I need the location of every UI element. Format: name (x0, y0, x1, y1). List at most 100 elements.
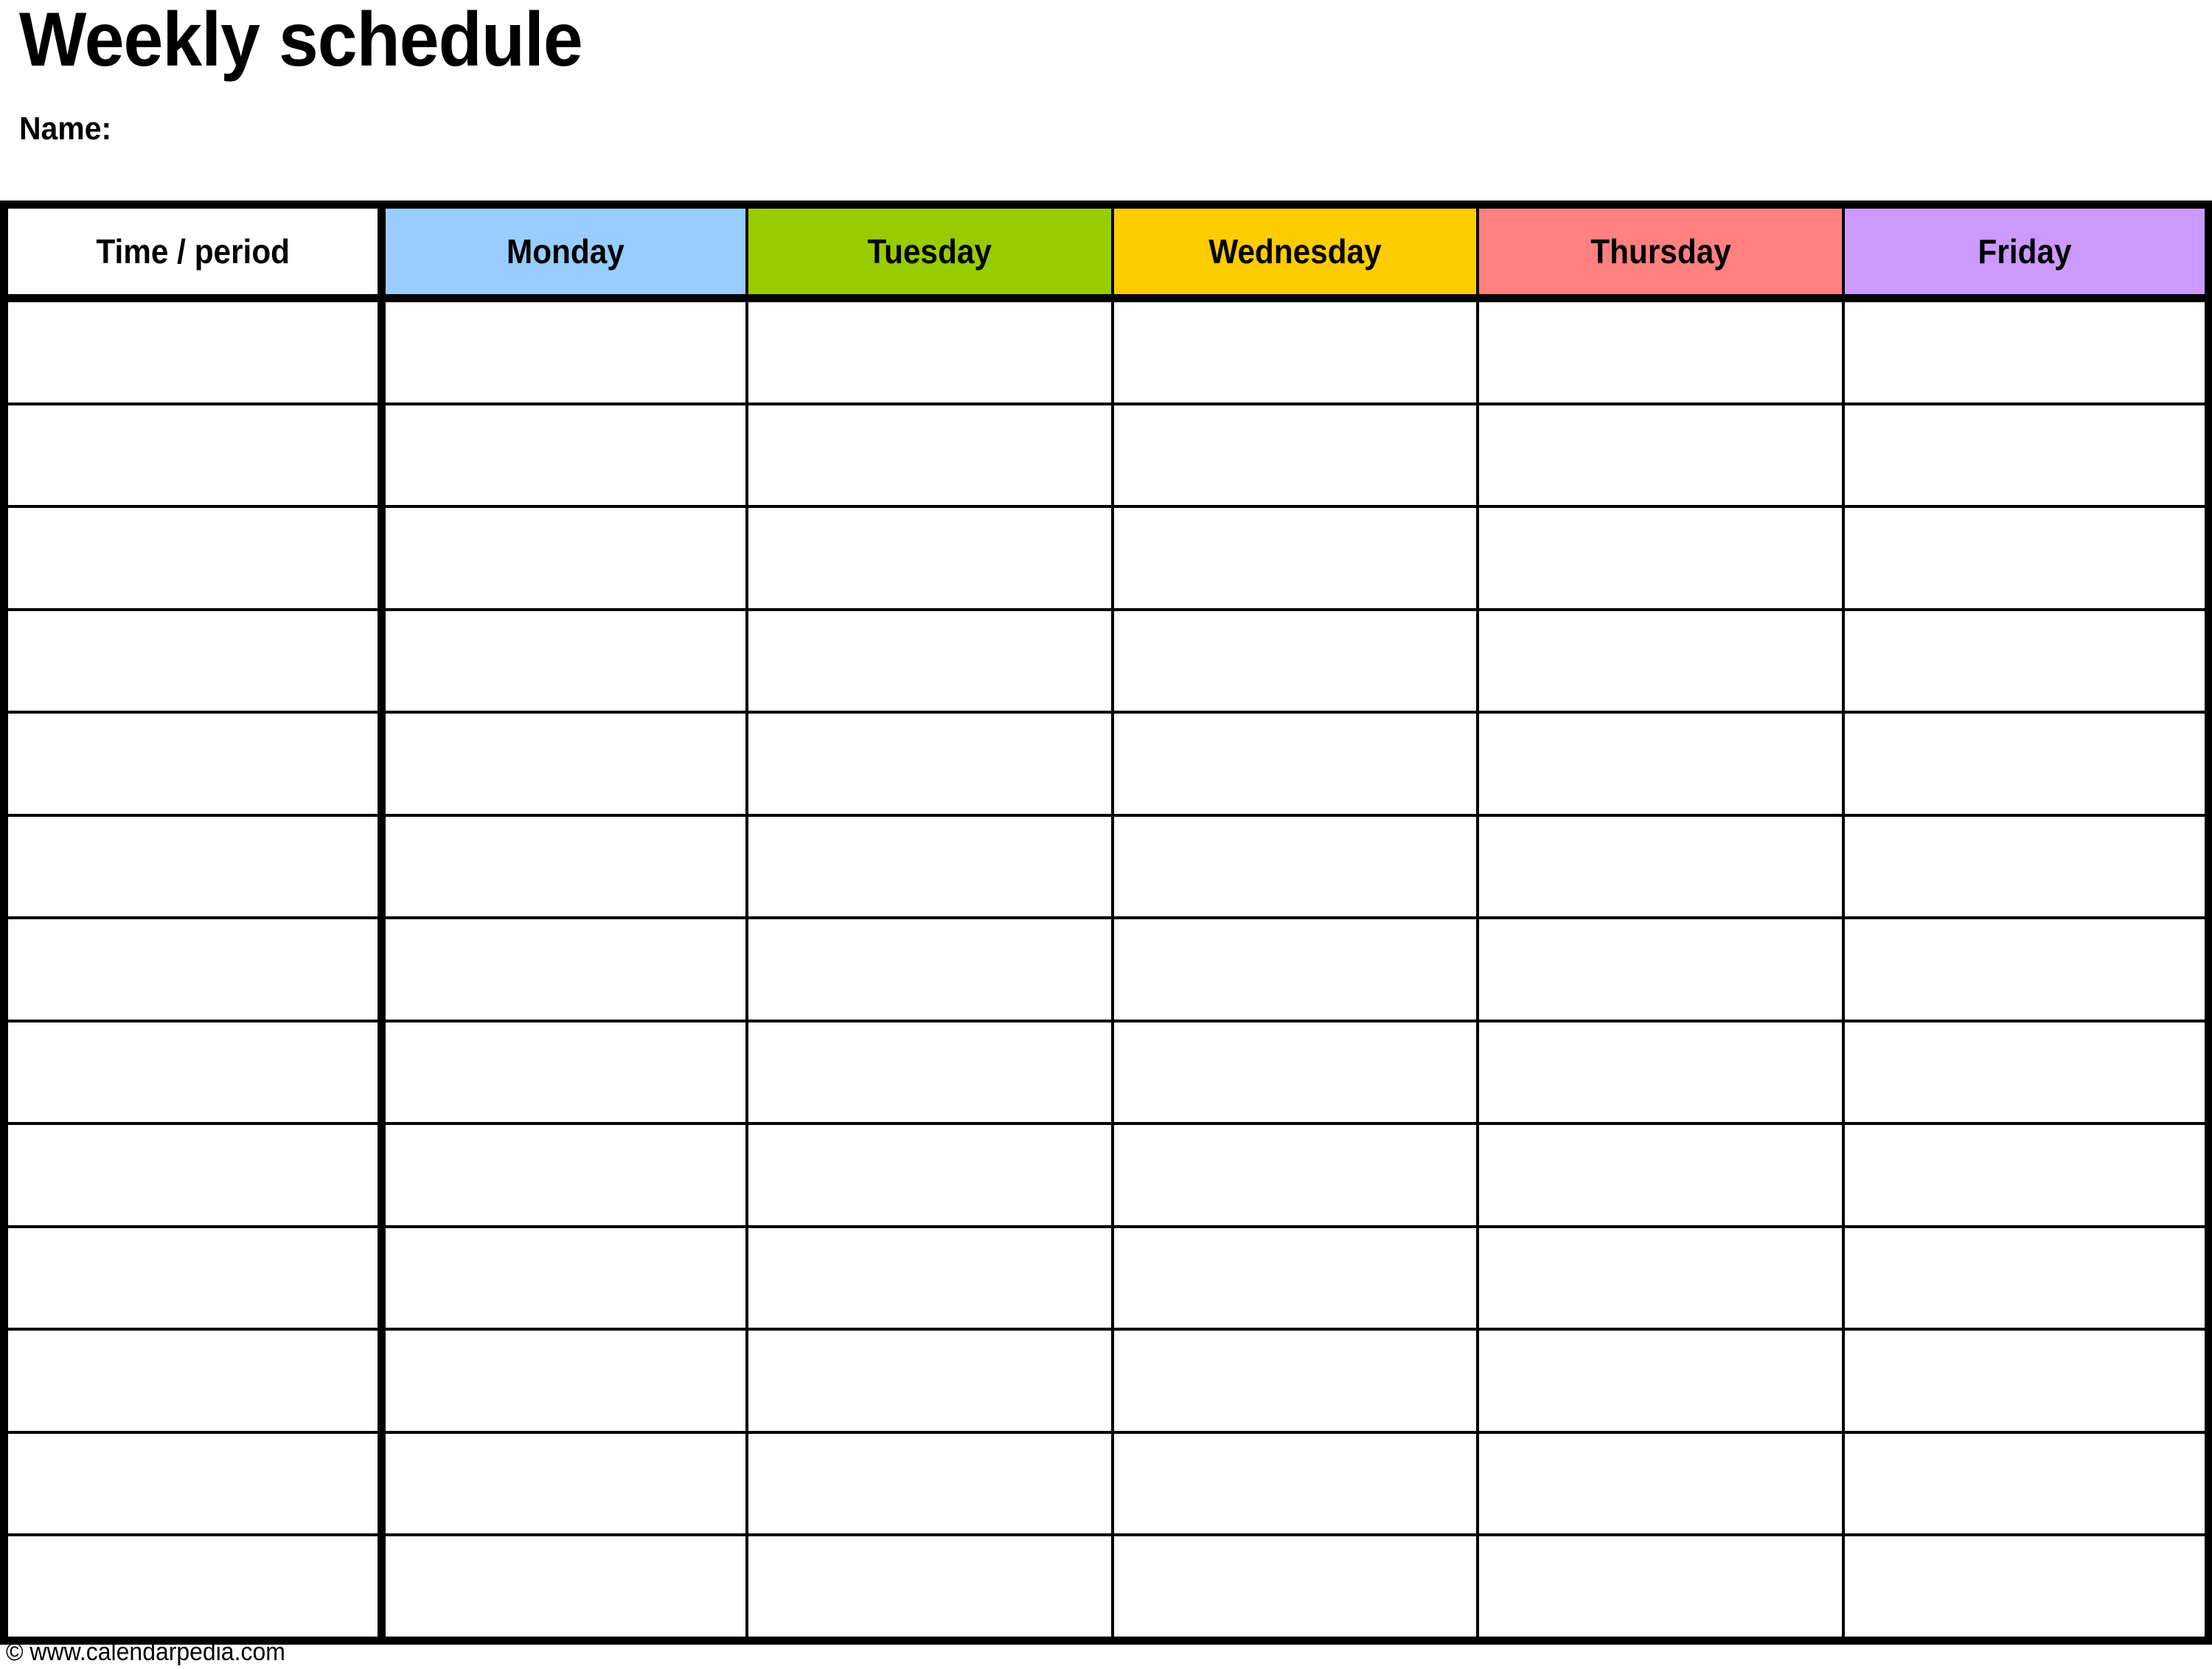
schedule-cell-friday[interactable] (1843, 1123, 2209, 1228)
schedule-cell-thursday[interactable] (1478, 506, 1845, 611)
schedule-cell-friday[interactable] (1843, 815, 2209, 919)
schedule-cell-thursday[interactable] (1478, 1020, 1845, 1125)
column-header-wednesday: Wednesday (1112, 204, 1480, 302)
schedule-cell-monday[interactable] (381, 506, 749, 611)
schedule-cell-thursday[interactable] (1478, 403, 1845, 508)
schedule-cell-friday[interactable] (1843, 1329, 2209, 1434)
schedule-cell-friday[interactable] (1843, 403, 2209, 508)
schedule-cell-wednesday[interactable] (1112, 815, 1480, 919)
table-row (4, 1226, 2209, 1331)
schedule-cell-tuesday[interactable] (747, 1535, 1114, 1640)
schedule-cell-wednesday[interactable] (1112, 1535, 1480, 1640)
table-row (4, 1123, 2209, 1228)
table-row (4, 1329, 2209, 1434)
schedule-cell-wednesday[interactable] (1112, 1020, 1480, 1125)
schedule-cell-friday[interactable] (1843, 609, 2209, 714)
schedule-cell-thursday[interactable] (1478, 1123, 1845, 1228)
table-header: Time / period Monday Tuesday Wednesday T… (4, 204, 2209, 302)
schedule-cell-tuesday[interactable] (747, 1432, 1114, 1536)
schedule-cell-tuesday[interactable] (747, 298, 1114, 405)
time-period-cell[interactable] (4, 1432, 386, 1536)
schedule-cell-tuesday[interactable] (747, 609, 1114, 714)
schedule-cell-wednesday[interactable] (1112, 712, 1480, 817)
schedule-cell-monday[interactable] (381, 1329, 749, 1434)
time-period-cell[interactable] (4, 1329, 386, 1434)
schedule-cell-thursday[interactable] (1478, 815, 1845, 919)
schedule-cell-monday[interactable] (381, 712, 749, 817)
column-header-tuesday: Tuesday (747, 204, 1114, 302)
time-period-cell[interactable] (4, 506, 386, 611)
schedule-cell-friday[interactable] (1843, 298, 2209, 405)
table-row (4, 815, 2209, 919)
schedule-cell-thursday[interactable] (1478, 712, 1845, 817)
schedule-cell-friday[interactable] (1843, 1020, 2209, 1125)
schedule-cell-tuesday[interactable] (747, 712, 1114, 817)
column-header-monday: Monday (381, 204, 749, 302)
time-period-cell[interactable] (4, 1535, 386, 1640)
schedule-cell-friday[interactable] (1843, 712, 2209, 817)
schedule-cell-thursday[interactable] (1478, 1535, 1845, 1640)
schedule-cell-tuesday[interactable] (747, 506, 1114, 611)
schedule-cell-wednesday[interactable] (1112, 1123, 1480, 1228)
schedule-cell-thursday[interactable] (1478, 298, 1845, 405)
time-period-cell[interactable] (4, 1020, 386, 1125)
schedule-cell-monday[interactable] (381, 403, 749, 508)
schedule-cell-wednesday[interactable] (1112, 1226, 1480, 1331)
table-row (4, 1535, 2209, 1640)
column-header-time-period: Time / period (4, 204, 386, 302)
name-label: Name: (19, 111, 112, 147)
schedule-cell-wednesday[interactable] (1112, 506, 1480, 611)
schedule-cell-monday[interactable] (381, 1123, 749, 1228)
schedule-cell-tuesday[interactable] (747, 1020, 1114, 1125)
schedule-cell-friday[interactable] (1843, 918, 2209, 1022)
table-row (4, 712, 2209, 817)
time-period-cell[interactable] (4, 918, 386, 1022)
table-row (4, 403, 2209, 508)
column-header-friday: Friday (1843, 204, 2209, 302)
schedule-cell-thursday[interactable] (1478, 1226, 1845, 1331)
schedule-cell-wednesday[interactable] (1112, 918, 1480, 1022)
schedule-cell-tuesday[interactable] (747, 1329, 1114, 1434)
schedule-cell-tuesday[interactable] (747, 403, 1114, 508)
schedule-cell-monday[interactable] (381, 609, 749, 714)
schedule-cell-tuesday[interactable] (747, 918, 1114, 1022)
schedule-cell-monday[interactable] (381, 1020, 749, 1125)
time-period-cell[interactable] (4, 609, 386, 714)
schedule-cell-wednesday[interactable] (1112, 609, 1480, 714)
time-period-cell[interactable] (4, 298, 386, 405)
schedule-cell-monday[interactable] (381, 298, 749, 405)
schedule-cell-friday[interactable] (1843, 1535, 2209, 1640)
schedule-cell-friday[interactable] (1843, 1226, 2209, 1331)
time-period-cell[interactable] (4, 815, 386, 919)
schedule-cell-monday[interactable] (381, 918, 749, 1022)
schedule-cell-monday[interactable] (381, 815, 749, 919)
time-period-cell[interactable] (4, 403, 386, 508)
schedule-cell-thursday[interactable] (1478, 1432, 1845, 1536)
schedule-cell-thursday[interactable] (1478, 918, 1845, 1022)
schedule-cell-friday[interactable] (1843, 506, 2209, 611)
column-header-label: Tuesday (867, 232, 992, 271)
table-row (4, 298, 2209, 405)
time-period-cell[interactable] (4, 712, 386, 817)
schedule-cell-monday[interactable] (381, 1226, 749, 1331)
column-header-label: Time / period (96, 232, 290, 271)
schedule-cell-thursday[interactable] (1478, 609, 1845, 714)
schedule-cell-wednesday[interactable] (1112, 403, 1480, 508)
schedule-cell-monday[interactable] (381, 1535, 749, 1640)
schedule-cell-wednesday[interactable] (1112, 1432, 1480, 1536)
footer-copyright: © www.calendarpedia.com (6, 1638, 285, 1666)
table-row (4, 1432, 2209, 1536)
schedule-cell-tuesday[interactable] (747, 1123, 1114, 1228)
schedule-cell-friday[interactable] (1843, 1432, 2209, 1536)
schedule-cell-monday[interactable] (381, 1432, 749, 1536)
schedule-cell-tuesday[interactable] (747, 1226, 1114, 1331)
time-period-cell[interactable] (4, 1123, 386, 1228)
time-period-cell[interactable] (4, 1226, 386, 1331)
schedule-cell-wednesday[interactable] (1112, 298, 1480, 405)
column-header-label: Thursday (1590, 232, 1731, 271)
schedule-cell-wednesday[interactable] (1112, 1329, 1480, 1434)
schedule-cell-tuesday[interactable] (747, 815, 1114, 919)
table-row (4, 918, 2209, 1022)
page-title: Weekly schedule (19, 0, 583, 83)
schedule-cell-thursday[interactable] (1478, 1329, 1845, 1434)
